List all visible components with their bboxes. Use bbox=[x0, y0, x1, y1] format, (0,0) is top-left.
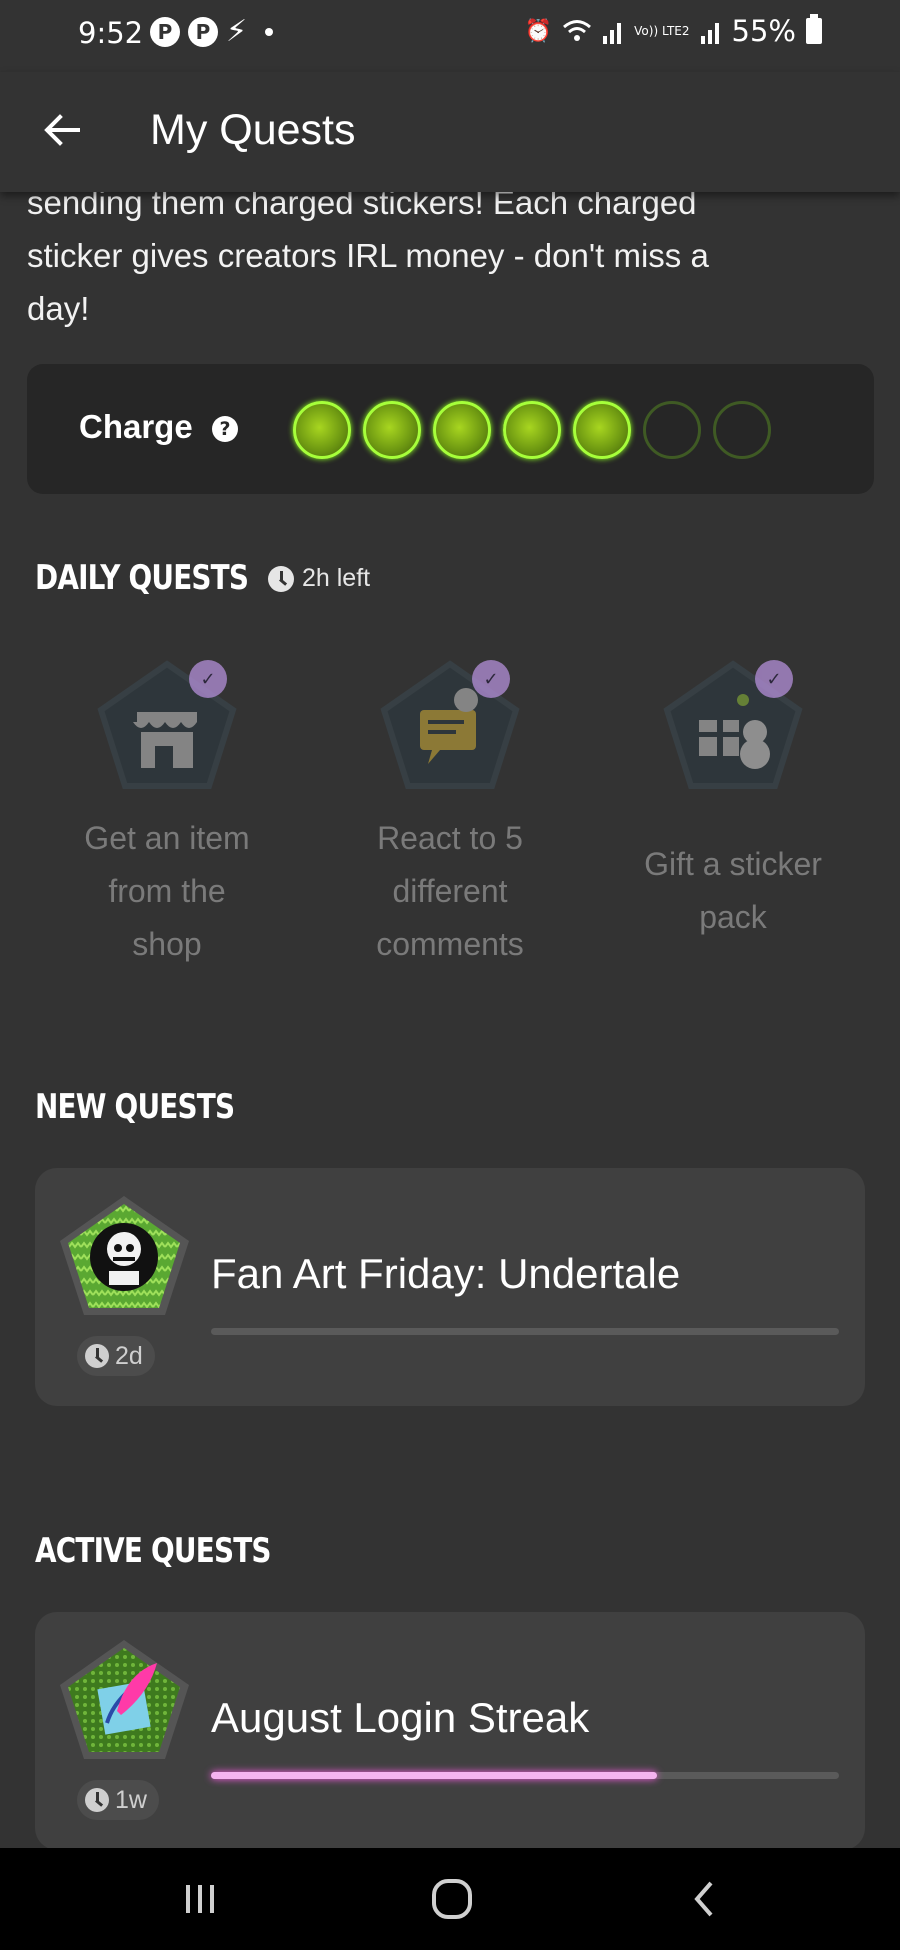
status-bar: 9:52 P P ⚡ ⏰ Vo)) LTE2 55% bbox=[0, 0, 900, 72]
home-button[interactable] bbox=[422, 1874, 482, 1924]
quest-badge bbox=[57, 1193, 192, 1318]
label-line: pack bbox=[699, 899, 767, 935]
recents-button[interactable] bbox=[170, 1874, 230, 1924]
lte-label: Vo)) LTE2 bbox=[634, 24, 690, 38]
label-line: from the bbox=[108, 873, 226, 909]
quest-time-badge: 1w bbox=[77, 1780, 159, 1820]
system-icons: ⏰ Vo)) LTE2 55% bbox=[525, 14, 822, 48]
check-icon: ✓ bbox=[189, 660, 227, 698]
charge-dot-empty bbox=[713, 401, 771, 459]
recents-icon bbox=[186, 1885, 214, 1913]
system-nav-bar bbox=[0, 1848, 900, 1950]
charge-dot-filled bbox=[293, 401, 351, 459]
quest-card[interactable]: Fan Art Friday: Undertale 2d bbox=[35, 1168, 865, 1406]
daily-quest-react[interactable]: ✓ React to 5 different comments bbox=[320, 660, 580, 990]
quest-time-text: 1w bbox=[115, 1785, 147, 1814]
quest-title: Fan Art Friday: Undertale bbox=[211, 1250, 681, 1297]
app-bar: My Quests bbox=[0, 72, 900, 192]
intro-line: day! bbox=[27, 290, 90, 327]
back-button[interactable] bbox=[30, 98, 94, 162]
charge-dot-filled bbox=[503, 401, 561, 459]
label-line: different bbox=[392, 873, 508, 909]
daily-timer: 2h left bbox=[268, 564, 370, 593]
daily-quest-label: Gift a sticker pack bbox=[603, 838, 863, 944]
clock-icon bbox=[85, 1788, 109, 1812]
daily-quest-shop[interactable]: ✓ Get an item from the shop bbox=[37, 660, 297, 990]
quest-title: August Login Streak bbox=[211, 1694, 590, 1741]
check-icon: ✓ bbox=[755, 660, 793, 698]
label-line: comments bbox=[376, 926, 524, 962]
quest-time-text: 2d bbox=[115, 1341, 143, 1370]
quest-progress-fill bbox=[211, 1772, 657, 1779]
charge-dot-empty bbox=[643, 401, 701, 459]
dot-icon bbox=[265, 28, 274, 36]
time-left-text: 2h left bbox=[302, 564, 371, 592]
nav-back-button[interactable] bbox=[674, 1874, 734, 1924]
intro-text: sending them charged stickers! Each char… bbox=[27, 176, 867, 335]
bolt-icon: ⚡ bbox=[226, 14, 248, 49]
arrow-left-icon bbox=[44, 114, 80, 146]
notification-icons: P P ⚡ bbox=[150, 14, 274, 49]
daily-quest-label: Get an item from the shop bbox=[37, 812, 297, 971]
label-line: Gift a sticker bbox=[644, 846, 822, 882]
quest-progress-track bbox=[211, 1772, 839, 1779]
label-line: React to 5 bbox=[377, 820, 523, 856]
quest-badge bbox=[57, 1637, 192, 1762]
alarm-icon: ⏰ bbox=[524, 18, 553, 44]
battery-percent: 55% bbox=[731, 14, 796, 48]
charge-label: Charge bbox=[79, 408, 193, 445]
signal-icon-2 bbox=[700, 23, 719, 44]
clock-icon bbox=[85, 1344, 109, 1368]
clock-icon bbox=[268, 565, 294, 592]
help-icon[interactable]: ? bbox=[212, 416, 238, 442]
charge-meter bbox=[293, 401, 771, 459]
shop-icon bbox=[133, 712, 197, 768]
active-quests-heading: ACTIVE QUESTS bbox=[35, 1531, 271, 1571]
label-line: shop bbox=[132, 926, 202, 962]
charge-dot-filled bbox=[363, 401, 421, 459]
skeleton-icon bbox=[90, 1223, 158, 1291]
charge-card: Charge ? bbox=[27, 364, 874, 494]
page-title: My Quests bbox=[150, 106, 356, 154]
label-line: Get an item bbox=[84, 820, 250, 856]
charge-dot-filled bbox=[433, 401, 491, 459]
home-icon bbox=[432, 1879, 472, 1919]
back-icon bbox=[694, 1881, 713, 1917]
pinterest-icon: P bbox=[188, 17, 218, 47]
new-quests-heading: NEW QUESTS bbox=[35, 1087, 235, 1127]
intro-line: sticker gives creators IRL money - don't… bbox=[27, 237, 709, 274]
quest-time-badge: 2d bbox=[77, 1336, 155, 1376]
quest-progress-track bbox=[211, 1328, 839, 1335]
battery-icon bbox=[806, 14, 822, 44]
charge-dot-filled bbox=[573, 401, 631, 459]
status-time: 9:52 bbox=[78, 16, 144, 50]
wifi-icon bbox=[563, 20, 592, 41]
check-icon: ✓ bbox=[472, 660, 510, 698]
daily-quest-gift[interactable]: ✓ Gift a sticker pack bbox=[603, 660, 863, 990]
quest-card[interactable]: August Login Streak 1w bbox=[35, 1612, 865, 1850]
signal-icon bbox=[603, 23, 622, 44]
pinterest-icon: P bbox=[150, 17, 180, 47]
daily-quests-heading: DAILY QUESTS bbox=[35, 558, 249, 598]
daily-quest-label: React to 5 different comments bbox=[320, 812, 580, 971]
